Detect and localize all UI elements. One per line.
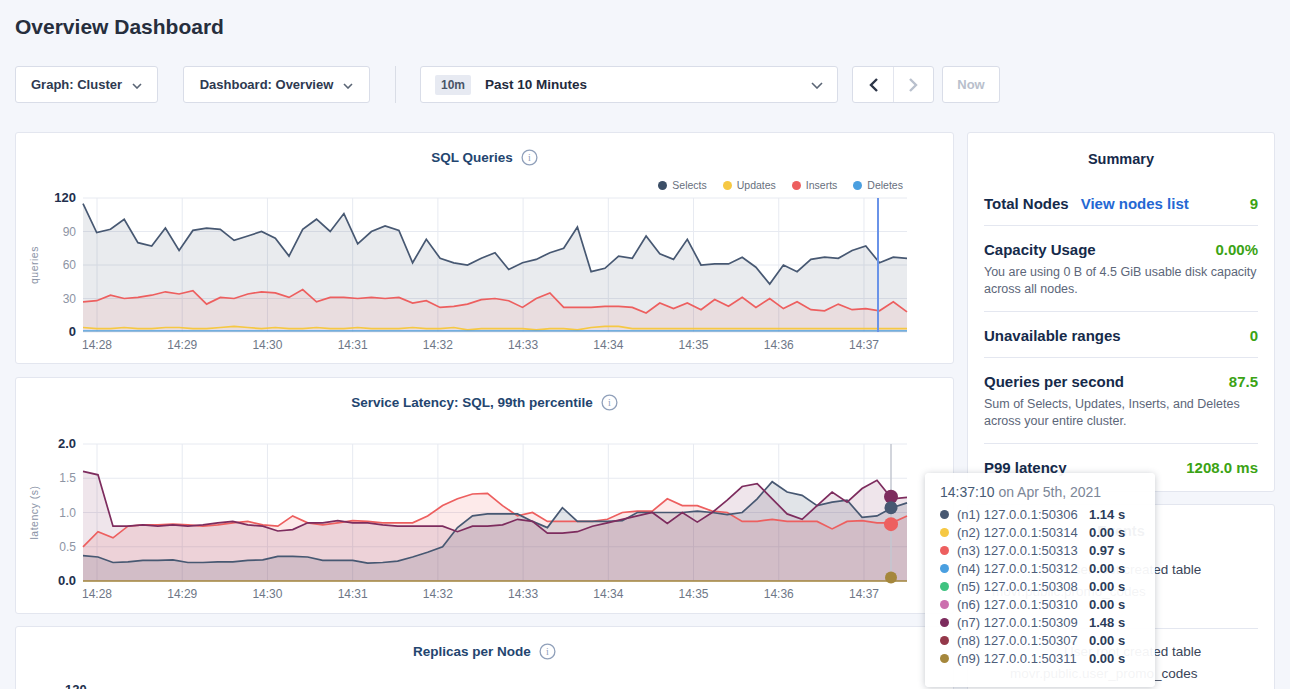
axis-label: 120 bbox=[65, 682, 87, 689]
tooltip-row: (n4) 127.0.0.1:503120.00 s bbox=[940, 559, 1155, 577]
summary-label: Queries per second bbox=[984, 373, 1124, 390]
svg-text:60: 60 bbox=[63, 258, 77, 272]
range-badge: 10m bbox=[435, 75, 471, 95]
svg-text:14:34: 14:34 bbox=[593, 587, 623, 601]
svg-text:latency (s): latency (s) bbox=[28, 486, 40, 540]
chevron-down-icon bbox=[343, 77, 353, 92]
svg-text:14:29: 14:29 bbox=[167, 587, 197, 601]
summary-row: Unavailable ranges 0 bbox=[984, 311, 1258, 357]
series-dot-icon bbox=[940, 528, 949, 537]
series-dot-icon bbox=[940, 618, 949, 627]
svg-text:0.0: 0.0 bbox=[58, 573, 76, 588]
prev-range-button[interactable] bbox=[853, 67, 893, 102]
svg-text:0: 0 bbox=[69, 324, 76, 339]
range-label: Past 10 Minutes bbox=[485, 77, 587, 92]
summary-desc: Sum of Selects, Updates, Inserts, and De… bbox=[984, 396, 1258, 430]
svg-text:14:36: 14:36 bbox=[764, 587, 794, 601]
series-dot-icon bbox=[940, 636, 949, 645]
summary-panel: Summary Total Nodes View nodes list 9 Capac… bbox=[967, 132, 1275, 492]
summary-value: 0.00% bbox=[1215, 241, 1258, 258]
summary-value: 9 bbox=[1250, 195, 1258, 212]
toolbar-divider bbox=[395, 66, 396, 103]
time-range-selector[interactable]: 10m Past 10 Minutes bbox=[420, 66, 838, 103]
graph-dropdown[interactable]: Graph: Cluster bbox=[15, 66, 158, 103]
tooltip-timestamp: 14:37:10 on Apr 5th, 2021 bbox=[940, 484, 1155, 502]
summary-value: 87.5 bbox=[1229, 373, 1258, 390]
chevron-down-icon bbox=[132, 77, 142, 92]
tooltip-row: (n7) 127.0.0.1:503091.48 s bbox=[940, 613, 1155, 631]
series-dot-icon bbox=[940, 582, 949, 591]
replicas-chart-card: Replicas per Node i 120 bbox=[15, 626, 954, 689]
svg-text:14:34: 14:34 bbox=[593, 338, 623, 352]
svg-text:14:37: 14:37 bbox=[849, 587, 879, 601]
series-dot-icon bbox=[940, 564, 949, 573]
next-range-button[interactable] bbox=[893, 67, 933, 102]
svg-text:14:36: 14:36 bbox=[764, 338, 794, 352]
summary-value: 0 bbox=[1250, 327, 1258, 344]
summary-label: Total Nodes bbox=[984, 195, 1069, 212]
tooltip-row: (n9) 127.0.0.1:503110.00 s bbox=[940, 649, 1155, 667]
summary-title: Summary bbox=[968, 151, 1274, 167]
svg-text:14:31: 14:31 bbox=[338, 338, 368, 352]
svg-text:i: i bbox=[546, 646, 549, 657]
summary-label: Unavailable ranges bbox=[984, 327, 1121, 344]
svg-text:14:32: 14:32 bbox=[423, 338, 453, 352]
summary-value: 1208.0 ms bbox=[1186, 459, 1258, 476]
svg-text:14:37: 14:37 bbox=[849, 338, 879, 352]
svg-text:14:33: 14:33 bbox=[508, 338, 538, 352]
svg-text:14:28: 14:28 bbox=[82, 587, 112, 601]
svg-text:14:33: 14:33 bbox=[508, 587, 538, 601]
svg-text:1.5: 1.5 bbox=[59, 471, 76, 485]
tooltip-row: (n3) 127.0.0.1:503130.97 s bbox=[940, 541, 1155, 559]
service-latency-chart-card: Service Latency: SQL, 99th percentile i … bbox=[15, 377, 954, 614]
svg-text:1.0: 1.0 bbox=[59, 506, 76, 520]
range-nav bbox=[852, 66, 934, 103]
summary-row: Capacity Usage 0.00% You are using 0 B of … bbox=[984, 225, 1258, 311]
sql-queries-chart[interactable]: 0 30 60 90 120 14:28 14:29 14:30 14:31 14:32 14:33… bbox=[16, 133, 953, 363]
series-dot-icon bbox=[940, 546, 949, 555]
chart-tooltip: 14:37:10 on Apr 5th, 2021 (n1) 127.0.0.1… bbox=[925, 473, 1155, 687]
dashboard-dropdown[interactable]: Dashboard: Overview bbox=[183, 66, 370, 103]
chevron-down-icon bbox=[811, 77, 823, 92]
tooltip-row: (n2) 127.0.0.1:503140.00 s bbox=[940, 523, 1155, 541]
svg-text:30: 30 bbox=[63, 292, 77, 306]
summary-row: Total Nodes View nodes list 9 bbox=[984, 178, 1258, 225]
series-dot-icon bbox=[940, 510, 949, 519]
series-dot-icon bbox=[940, 654, 949, 663]
tooltip-row: (n6) 127.0.0.1:503100.00 s bbox=[940, 595, 1155, 613]
series-dot-icon bbox=[940, 600, 949, 609]
svg-text:14:35: 14:35 bbox=[679, 338, 709, 352]
view-nodes-link[interactable]: View nodes list bbox=[1081, 195, 1189, 212]
toolbar: Graph: Cluster Dashboard: Overview 10m P… bbox=[15, 66, 1275, 103]
svg-text:0.5: 0.5 bbox=[59, 540, 76, 554]
svg-text:90: 90 bbox=[63, 225, 77, 239]
service-latency-chart[interactable]: 0.0 0.5 1.0 1.5 2.0 14:28 14:29 14:30 14:31 14:32… bbox=[16, 378, 953, 613]
tooltip-row: (n8) 127.0.0.1:503070.00 s bbox=[940, 631, 1155, 649]
svg-text:14:30: 14:30 bbox=[252, 587, 282, 601]
now-button[interactable]: Now bbox=[942, 66, 1000, 103]
info-icon[interactable]: i bbox=[539, 643, 556, 660]
svg-text:queries: queries bbox=[28, 246, 40, 284]
chart-title: Replicas per Node bbox=[413, 644, 531, 659]
summary-desc: You are using 0 B of 4.5 GiB usable disk… bbox=[984, 264, 1258, 298]
svg-text:14:32: 14:32 bbox=[423, 587, 453, 601]
tooltip-row: (n5) 127.0.0.1:503080.00 s bbox=[940, 577, 1155, 595]
svg-text:14:31: 14:31 bbox=[338, 587, 368, 601]
sql-queries-chart-card: SQL Queries i SelectsUpdatesInsertsDelet… bbox=[15, 132, 954, 364]
svg-text:14:28: 14:28 bbox=[82, 338, 112, 352]
page-title: Overview Dashboard bbox=[15, 15, 1290, 39]
summary-row: Queries per second 87.5 Sum of Selects, Up… bbox=[984, 357, 1258, 443]
summary-label: Capacity Usage bbox=[984, 241, 1096, 258]
svg-text:14:35: 14:35 bbox=[679, 587, 709, 601]
svg-text:2.0: 2.0 bbox=[58, 436, 76, 451]
svg-text:120: 120 bbox=[54, 190, 76, 205]
tooltip-row: (n1) 127.0.0.1:503061.14 s bbox=[940, 505, 1155, 523]
svg-text:14:30: 14:30 bbox=[252, 338, 282, 352]
svg-text:14:29: 14:29 bbox=[167, 338, 197, 352]
